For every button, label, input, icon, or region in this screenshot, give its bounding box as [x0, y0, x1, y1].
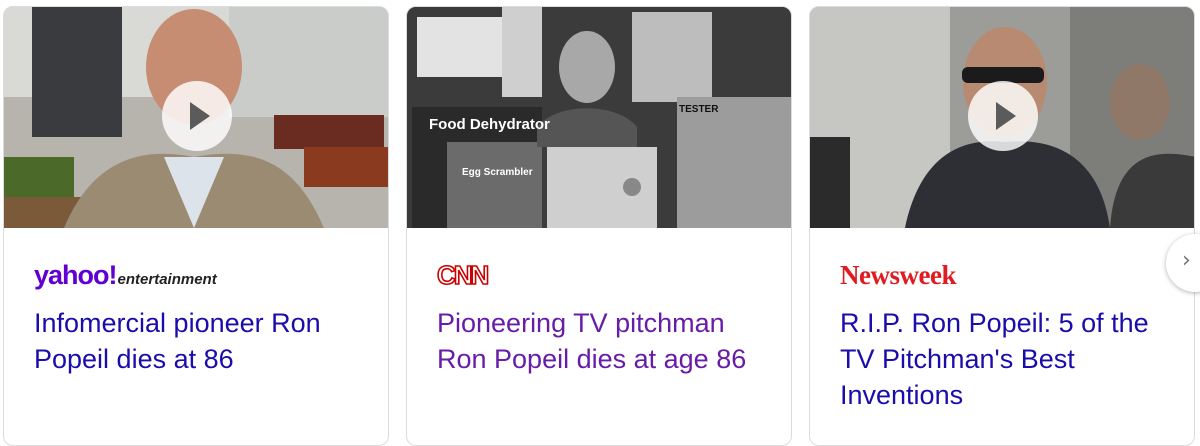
- source-logo-newsweek: Newsweek: [840, 260, 956, 292]
- image-text-egg-scrambler: Egg Scrambler: [462, 167, 533, 178]
- thumbnail-image: Food Dehydrator Egg Scrambler TESTER: [407, 7, 791, 228]
- news-card-newsweek[interactable]: Newsweek R.I.P. Ron Popeil: 5 of the TV …: [809, 6, 1195, 446]
- play-button[interactable]: [162, 81, 232, 151]
- cnn-logo-text: CNN: [436, 259, 490, 291]
- play-button[interactable]: [968, 81, 1038, 151]
- source-logo-yahoo: yahoo!entertainment: [34, 260, 217, 292]
- news-card-yahoo[interactable]: yahoo!entertainment Infomercial pioneer …: [3, 6, 389, 446]
- yahoo-logo-subtext: entertainment: [117, 271, 217, 288]
- image-text-food-dehydrator: Food Dehydrator: [429, 116, 550, 133]
- news-card-cnn[interactable]: Food Dehydrator Egg Scrambler TESTER CNN…: [406, 6, 792, 446]
- top-stories-carousel: yahoo!entertainment Infomercial pioneer …: [0, 0, 1200, 446]
- headline-link[interactable]: Infomercial pioneer Ron Popeil dies at 8…: [34, 305, 364, 377]
- video-thumbnail[interactable]: [4, 7, 388, 228]
- yahoo-logo-text: yahoo!: [34, 260, 118, 290]
- chevron-right-icon: ›: [1182, 248, 1191, 273]
- headline-link[interactable]: R.I.P. Ron Popeil: 5 of the TV Pitchman'…: [840, 305, 1170, 413]
- video-thumbnail[interactable]: [810, 7, 1194, 228]
- source-logo-cnn: CNN: [436, 259, 490, 292]
- newsweek-logo-text: Newsweek: [840, 260, 956, 290]
- image-text-tester: TESTER: [679, 104, 719, 115]
- headline-link[interactable]: Pioneering TV pitchman Ron Popeil dies a…: [437, 305, 767, 377]
- article-thumbnail[interactable]: Food Dehydrator Egg Scrambler TESTER: [407, 7, 791, 228]
